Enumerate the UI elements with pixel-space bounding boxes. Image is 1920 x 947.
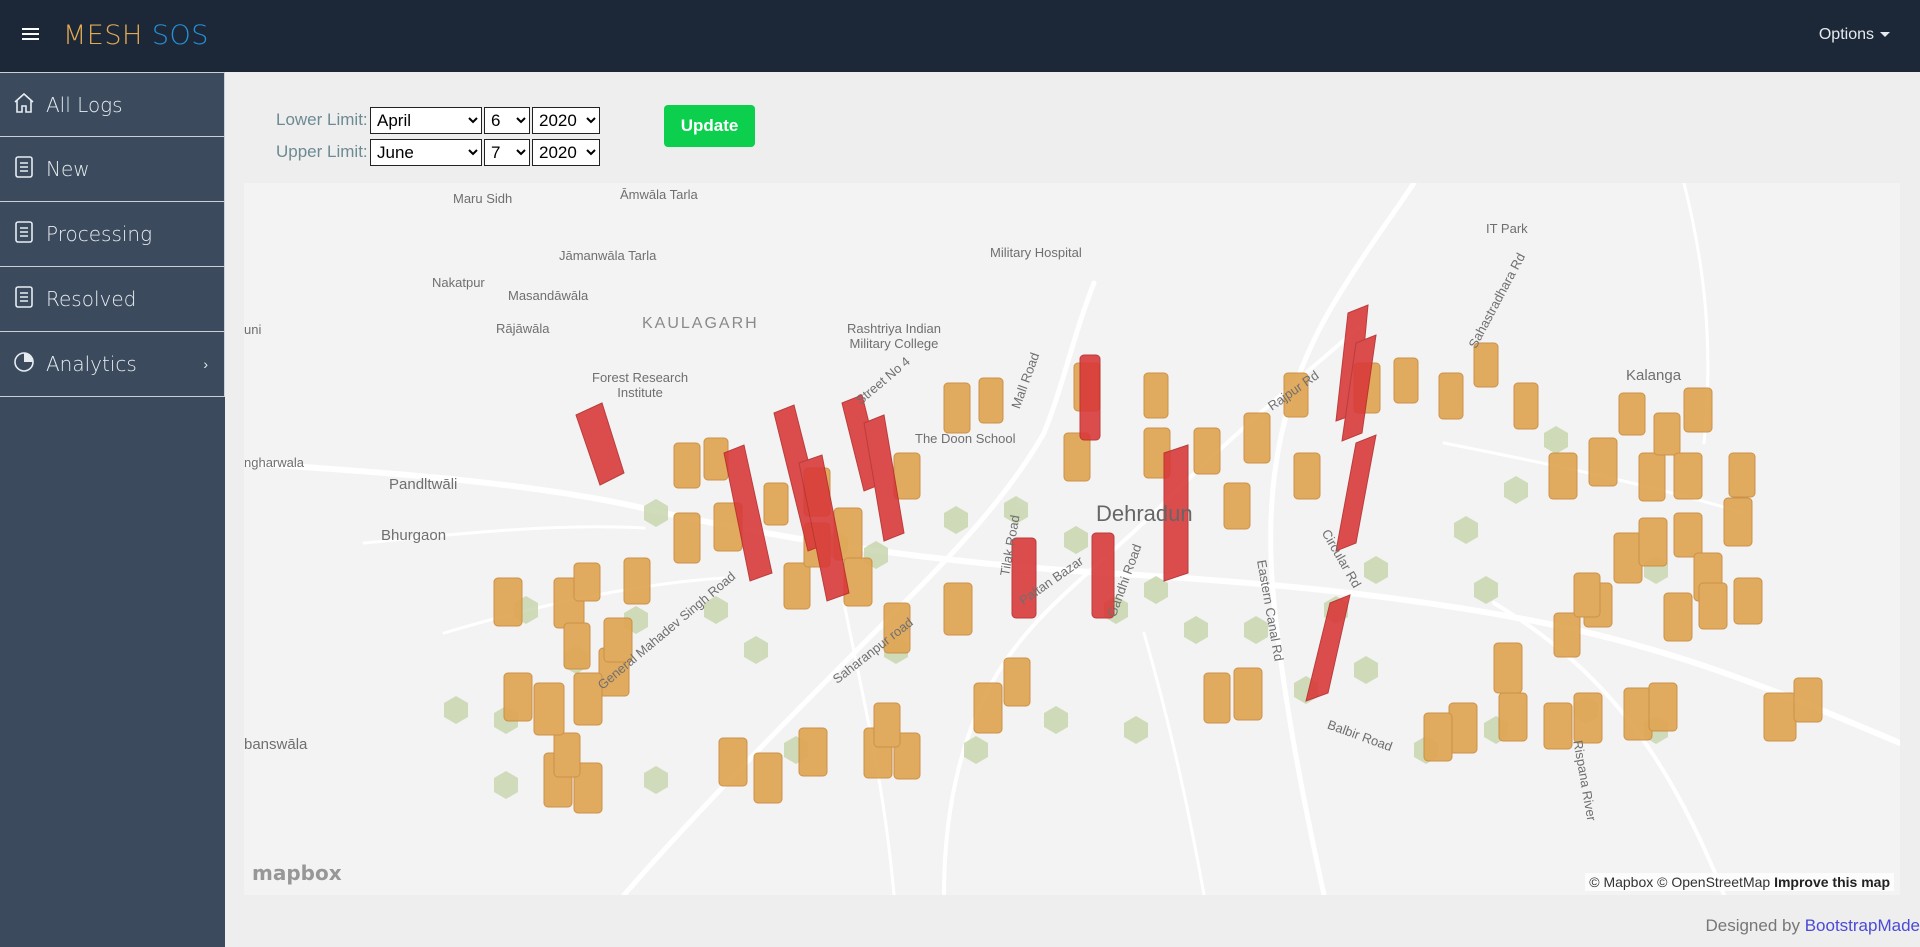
date-filters: Lower Limit: April 6 2020 Upper Limit: J…	[276, 104, 602, 168]
sidebar-item-label: Resolved	[46, 287, 137, 311]
place-doon-school: The Doon School	[915, 431, 1016, 446]
place-forest-line1: Forest Research	[592, 370, 689, 385]
upper-limit-row: Upper Limit: June 7 2020	[276, 136, 602, 168]
place-amwala-tarla: Āmwāla Tarla	[620, 187, 698, 202]
place-rimc-line2: Military College	[849, 336, 939, 351]
sidebar-item-analytics[interactable]: Analytics ›	[0, 332, 225, 397]
options-dropdown[interactable]: Options	[1819, 26, 1890, 44]
place-it-park: IT Park	[1486, 221, 1528, 236]
document-icon	[15, 156, 33, 178]
attribution-text[interactable]: © Mapbox © OpenStreetMap	[1589, 874, 1770, 890]
place-jamanwala-tarla: Jāmanwāla Tarla	[559, 248, 657, 263]
upper-year-select[interactable]: 2020	[532, 138, 600, 166]
place-banswala: banswāla	[244, 736, 308, 753]
lower-month-select[interactable]: April	[370, 106, 482, 134]
sidebar-item-label: All Logs	[46, 92, 123, 117]
place-masandawala: Masandāwāla	[508, 288, 589, 303]
sidebar-item-resolved[interactable]: Resolved	[0, 267, 225, 332]
brand-part1: MESH	[63, 20, 143, 51]
place-kalanga: Kalanga	[1626, 367, 1682, 384]
home-icon	[14, 92, 34, 113]
brand-part2: SOS	[151, 20, 209, 51]
lower-limit-label: Lower Limit:	[276, 110, 368, 129]
map-canvas[interactable]	[244, 183, 1900, 895]
mapbox-logo[interactable]: mapbox	[252, 861, 342, 885]
place-nakatpur: Nakatpur	[432, 275, 485, 290]
top-navbar: MESH SOS Options	[0, 0, 1920, 72]
place-kaulagarh: KAULAGARH	[642, 315, 759, 332]
footer: Designed by BootstrapMade	[1705, 916, 1920, 936]
sidebar-item-processing[interactable]: Processing	[0, 202, 225, 267]
upper-month-select[interactable]: June	[370, 138, 482, 166]
hamburger-menu-icon[interactable]	[22, 28, 39, 42]
sidebar-item-label: Processing	[46, 222, 153, 246]
lower-limit-row: Lower Limit: April 6 2020	[276, 104, 602, 136]
place-military-hospital: Military Hospital	[990, 245, 1082, 260]
sidebar-item-label: Analytics	[46, 352, 137, 376]
place-pandltwali: Pandltwāli	[389, 476, 458, 493]
pie-chart-icon	[14, 352, 34, 372]
lower-day-select[interactable]: 6	[484, 106, 530, 134]
place-forest-research: Forest Research Institute	[592, 370, 688, 400]
place-rajawala: Rājāwāla	[496, 321, 550, 336]
footer-text: Designed by	[1705, 916, 1805, 935]
place-dehradun: Dehradun	[1096, 501, 1193, 526]
map-attribution: © Mapbox © OpenStreetMap Improve this ma…	[1585, 873, 1894, 891]
place-ngharwala: ngharwala	[244, 455, 304, 470]
place-uni: uni	[244, 322, 262, 337]
hexbin-map[interactable]: Maru Sidh Āmwāla Tarla IT Park Jāmanwāla…	[244, 183, 1900, 895]
footer-link[interactable]: BootstrapMade	[1805, 916, 1920, 935]
upper-day-select[interactable]: 7	[484, 138, 530, 166]
sidebar: All Logs New Processing Resolved Analyti…	[0, 72, 225, 947]
place-maru-sidh: Maru Sidh	[453, 191, 513, 206]
caret-down-icon	[1880, 32, 1890, 38]
document-icon	[15, 286, 33, 308]
place-forest-line2: Institute	[617, 385, 663, 400]
place-rimc-line1: Rashtriya Indian	[847, 321, 941, 336]
lower-year-select[interactable]: 2020	[532, 106, 600, 134]
improve-map-link[interactable]: Improve this map	[1774, 874, 1890, 890]
sidebar-item-new[interactable]: New	[0, 137, 225, 202]
update-button[interactable]: Update	[664, 105, 755, 147]
document-icon	[15, 221, 33, 243]
upper-limit-label: Upper Limit:	[276, 142, 368, 161]
place-rimc: Rashtriya Indian Military College	[847, 321, 941, 351]
sidebar-item-all-logs[interactable]: All Logs	[0, 72, 225, 137]
brand-logo[interactable]: MESH SOS	[63, 20, 209, 51]
chevron-right-icon: ›	[203, 356, 208, 372]
sidebar-item-label: New	[46, 157, 90, 181]
options-label: Options	[1818, 26, 1874, 43]
place-bhurgaon: Bhurgaon	[381, 527, 447, 544]
